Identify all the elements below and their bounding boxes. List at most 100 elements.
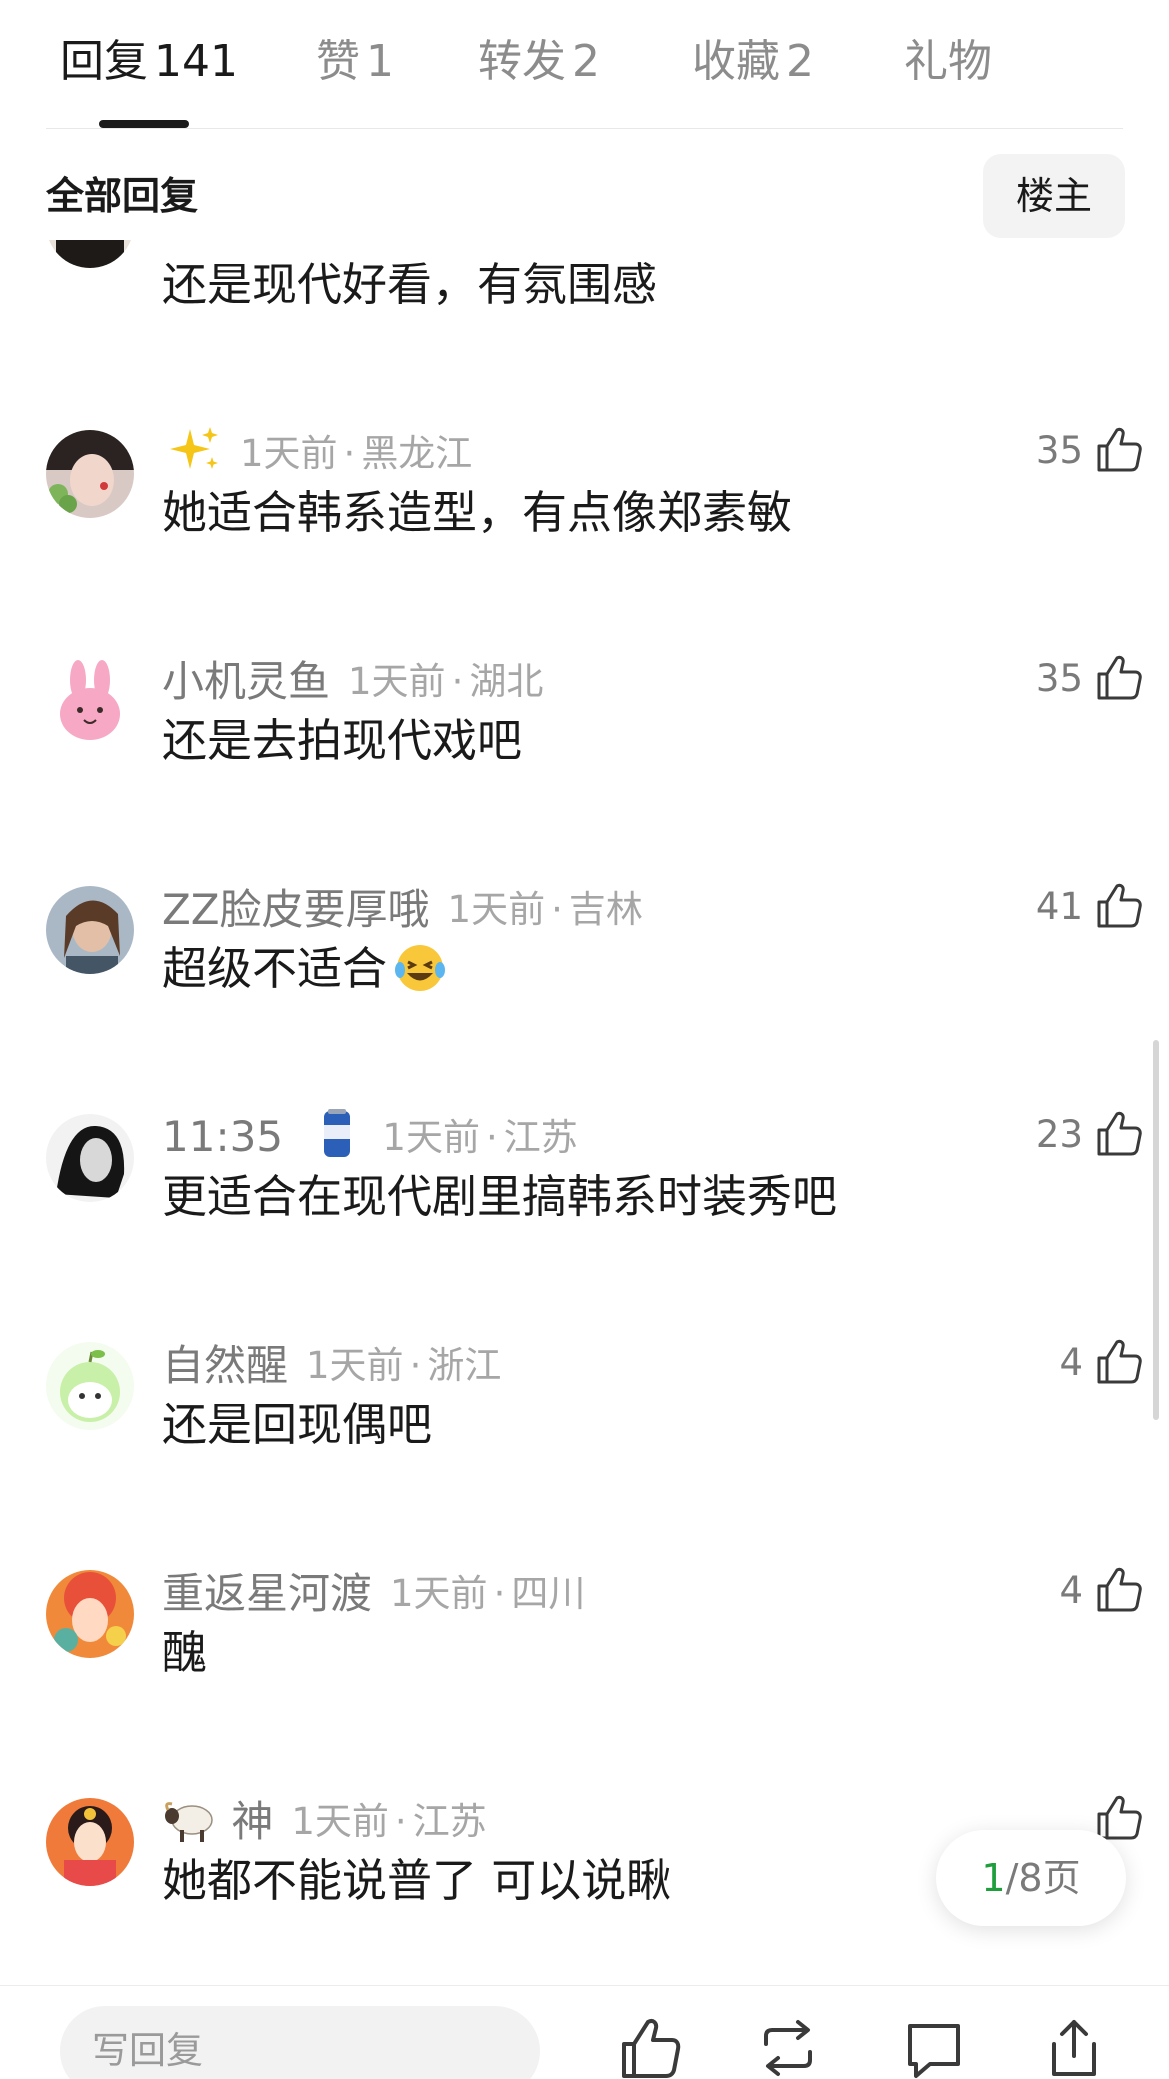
time-text: 1天前 [382,1116,480,1159]
thumbs-up-icon [1097,1339,1142,1384]
like-count: 35 [1035,656,1083,700]
comment-item: ZZ脸皮要厚哦 1天前 · 吉林 超级不适合 41 [0,864,1169,1092]
scrollbar[interactable] [1153,1040,1159,1420]
like-button[interactable]: 35 [1036,648,1145,708]
avatar[interactable] [46,1798,134,1886]
comment-meta: 神 1天前 · 江苏 [162,1786,487,1850]
repost-icon[interactable] [754,2014,822,2079]
comment-item: 11:35 1天前 · 江苏 更适合在现代剧里搞韩系时装秀吧 23 [0,1092,1169,1320]
location-text: 江苏 [412,1800,487,1843]
sparkles-icon [170,427,218,469]
comment-meta: 重返星河渡 1天前 · 四川 [162,1558,585,1622]
thumbs-up-icon [1097,655,1142,700]
username[interactable]: 自然醒 [162,1332,288,1393]
avatar[interactable] [46,1114,134,1202]
username[interactable]: 小机灵鱼 [162,648,330,709]
tab-count: 141 [154,36,238,87]
like-button[interactable]: 23 [1036,1104,1145,1164]
tab-label: 收藏 [692,36,780,87]
reply-filter-bar: 全部回复 楼主 [0,150,1169,240]
comment-text: 她适合韩系造型，有点像郑素敏 [162,486,793,539]
tab-label: 回复 [60,36,148,87]
like-count: 4 [1059,1340,1083,1384]
comment-time: 1天前 · 浙江 [306,1344,502,1387]
comment-text-content: 超级不适合 [162,942,388,995]
thumbs-up-icon [1097,883,1142,928]
location-text: 浙江 [427,1344,502,1387]
avatar[interactable] [46,430,134,518]
comment-item: 还是现代好看，有氛围感 [0,240,1169,408]
comment-text: 她都不能说普了 可以说瞅 [162,1854,672,1907]
avatar[interactable] [46,1570,134,1658]
laughing-tears-emoji-icon [395,945,446,991]
time-text: 1天前 [348,660,446,703]
avatar[interactable] [46,658,134,746]
comment-meta: 1天前 · 黑龙江 [162,418,472,482]
location-text: 吉林 [568,888,643,931]
comment-text: 醜 [162,1626,208,1679]
avatar[interactable] [46,886,134,974]
divider [46,128,1123,129]
tab-count: 2 [786,36,814,87]
time-text: 1天前 [390,1572,488,1615]
tab-favorites[interactable]: 收藏 2 [692,30,814,94]
tab-label: 礼物 [904,36,992,87]
comment-time: 1天前 · 四川 [390,1572,586,1615]
comment-text: 还是去拍现代戏吧 [162,714,523,767]
comment-item: 自然醒 1天前 · 浙江 还是回现偶吧 4 [0,1320,1169,1548]
username[interactable]: ZZ脸皮要厚哦 [162,876,430,937]
tab-reposts[interactable]: 转发 2 [478,30,600,94]
username[interactable]: 重返星河渡 [162,1560,372,1621]
thumbs-up-icon [1097,427,1142,472]
like-button[interactable]: 35 [1036,420,1145,480]
time-text: 1天前 [291,1800,389,1843]
comment-meta: 自然醒 1天前 · 浙江 [162,1330,501,1394]
comment-meta: 小机灵鱼 1天前 · 湖北 [162,646,543,710]
like-button[interactable]: 4 [1059,1560,1145,1620]
location-text: 黑龙江 [361,432,473,475]
comment-list: 还是现代好看，有氛围感 1天前 · 黑龙江 她适合韩系造型，有点像郑素敏 35 小机… [0,240,1169,1980]
total-pages: /8页 [1005,1856,1081,1900]
tab-count: 2 [572,36,600,87]
tab-label: 赞 [316,36,360,87]
comment-text: 还是回现偶吧 [162,1398,433,1451]
thumbs-up-icon [1097,1567,1142,1612]
comment-meta: ZZ脸皮要厚哦 1天前 · 吉林 [162,874,643,938]
like-button[interactable]: 4 [1059,1332,1145,1392]
comment-text: 超级不适合 [162,936,447,1002]
like-button[interactable]: 41 [1036,876,1145,936]
username[interactable]: 11:35 [162,1107,364,1161]
tab-bar: 回复 141 赞1 转发 2 收藏 2 礼物 [0,0,1169,130]
page-indicator[interactable]: 1/8页 [936,1830,1126,1926]
username[interactable]: 神 [162,1788,273,1849]
comment-time: 1天前 · 黑龙江 [240,432,473,475]
comment-item: 小机灵鱼 1天前 · 湖北 还是去拍现代戏吧 35 [0,636,1169,864]
username-text: 神 [231,1796,274,1846]
location-text: 湖北 [469,660,544,703]
bottom-action-bar: 写回复 [0,1985,1169,2079]
time-text: 1天前 [447,888,546,931]
all-replies-title: 全部回复 [46,174,199,218]
like-count: 35 [1035,428,1083,472]
username[interactable] [162,423,222,477]
comment-icon[interactable] [900,2014,968,2079]
avatar[interactable] [46,1342,134,1430]
time-text: 1天前 [240,432,338,475]
comment-meta: 11:35 1天前 · 江苏 [162,1102,578,1166]
comment-item: 重返星河渡 1天前 · 四川 醜 4 [0,1548,1169,1776]
reply-input[interactable]: 写回复 [60,2006,540,2079]
tab-replies[interactable]: 回复 141 [60,30,238,94]
comment-item: 1天前 · 黑龙江 她适合韩系造型，有点像郑素敏 35 [0,408,1169,636]
tab-gifts[interactable]: 礼物 [904,30,992,94]
thumbs-up-icon[interactable] [616,2014,684,2079]
tab-label: 转发 [478,36,566,87]
avatar[interactable] [46,240,134,268]
comment-text: 更适合在现代剧里搞韩系时装秀吧 [162,1170,838,1223]
active-tab-indicator [99,120,189,128]
tab-likes[interactable]: 赞1 [316,30,394,94]
username-text: 11:35 [162,1112,284,1161]
sheep-emoji-icon [165,1801,213,1842]
share-icon[interactable] [1040,2014,1108,2079]
comment-text: 还是现代好看，有氛围感 [162,258,658,311]
owner-only-button[interactable]: 楼主 [983,154,1125,238]
